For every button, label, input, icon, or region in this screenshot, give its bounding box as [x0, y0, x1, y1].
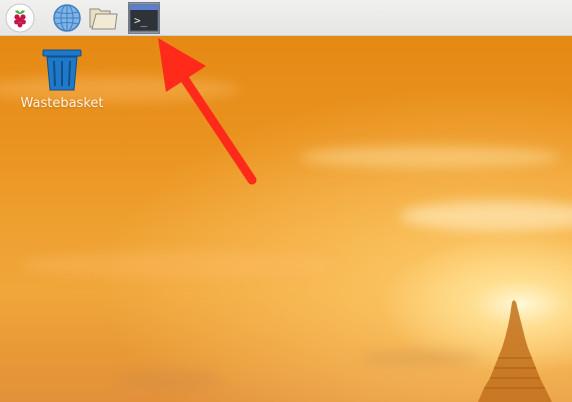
annotation-arrow [158, 38, 257, 185]
